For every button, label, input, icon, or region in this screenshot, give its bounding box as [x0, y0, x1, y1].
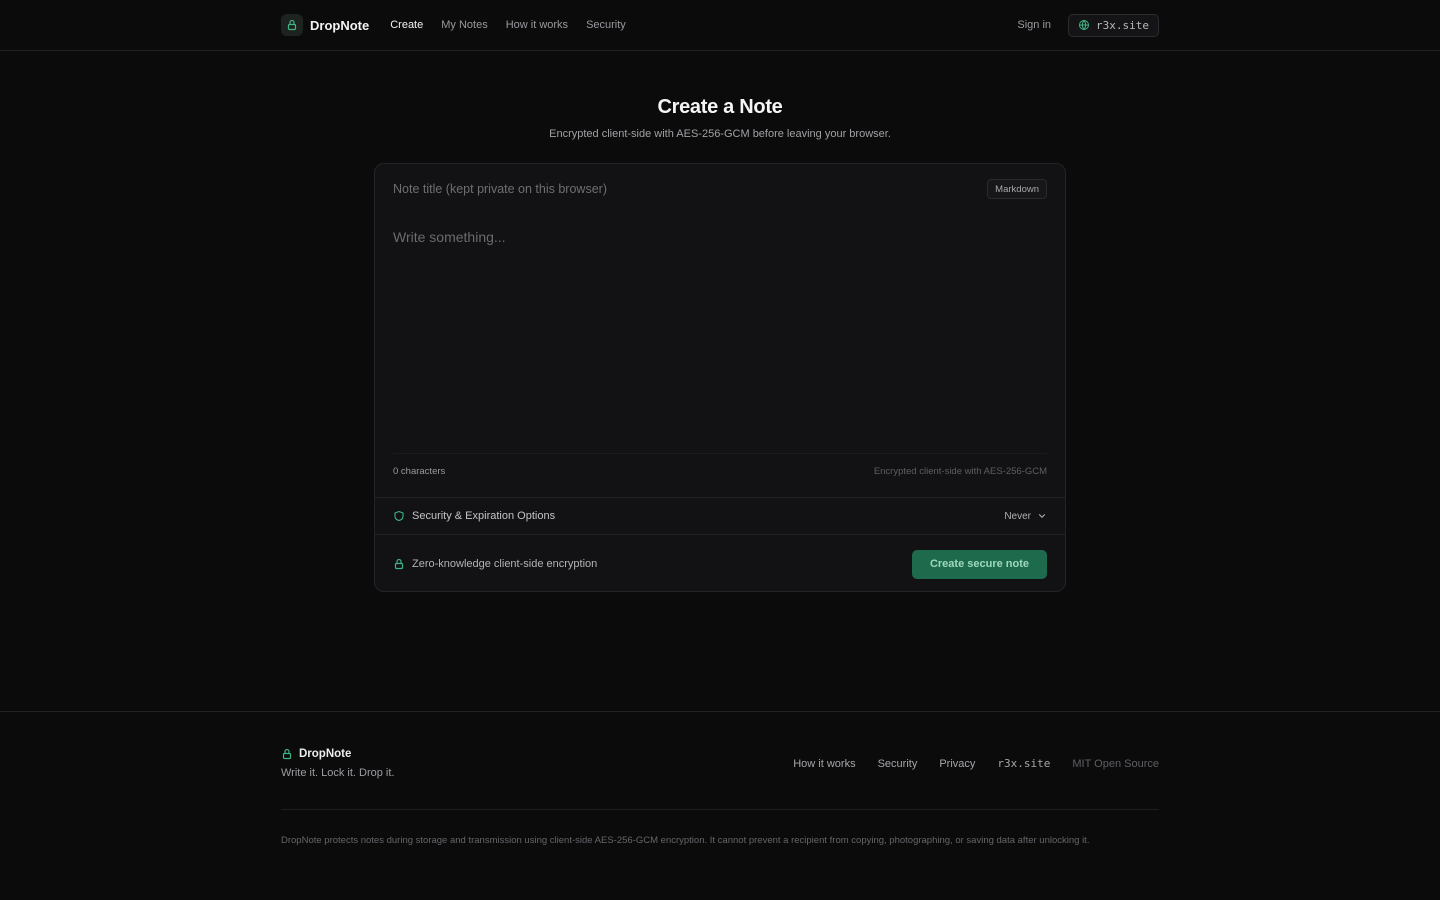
page-subtitle: Encrypted client-side with AES-256-GCM b…: [549, 128, 891, 140]
logo-lock-icon[interactable]: [281, 14, 303, 36]
globe-icon: [1079, 19, 1090, 31]
header-inner: DropNote Create My Notes How it works Se…: [281, 0, 1159, 50]
lock-icon: [394, 558, 404, 570]
footer-link-security[interactable]: Security: [878, 758, 918, 770]
footer-link-privacy[interactable]: Privacy: [939, 758, 975, 770]
note-editor-card: Markdown 0 characters Encrypted client-s…: [374, 163, 1066, 592]
footer-brand-row: DropNote: [281, 748, 351, 760]
expiration-value: Never: [1004, 510, 1031, 522]
nav-create[interactable]: Create: [390, 19, 423, 31]
footer-brand: DropNote: [299, 748, 352, 760]
expiration-select[interactable]: Never: [1004, 511, 1047, 522]
site-chip-button[interactable]: r3x.site: [1068, 13, 1159, 37]
footer-links: How it works Security Privacy r3x.site M…: [793, 757, 1159, 770]
footer-disclaimer: DropNote protects notes during storage a…: [281, 835, 1090, 846]
note-body-textarea[interactable]: [393, 220, 1047, 450]
site-chip-label: r3x.site: [1096, 18, 1149, 32]
shield-icon: [394, 510, 404, 522]
security-options-label: Security & Expiration Options: [412, 510, 556, 522]
header-right: Sign in r3x.site: [1017, 13, 1159, 37]
nav-my-notes[interactable]: My Notes: [441, 19, 487, 31]
counter-row: 0 characters Encrypted client-side with …: [393, 464, 1047, 478]
footer-link-site[interactable]: r3x.site: [997, 757, 1050, 770]
site-footer: DropNote Write it. Lock it. Drop it. How…: [0, 711, 1440, 900]
sign-in-link[interactable]: Sign in: [1017, 19, 1051, 31]
top-header: DropNote Create My Notes How it works Se…: [0, 0, 1440, 51]
footer-inner: DropNote Write it. Lock it. Drop it. How…: [281, 712, 1159, 900]
footer-link-how-it-works[interactable]: How it works: [793, 758, 855, 770]
nav-security[interactable]: Security: [586, 19, 626, 31]
lock-icon: [282, 748, 292, 760]
footer-tagline: Write it. Lock it. Drop it.: [281, 767, 395, 779]
page-title: Create a Note: [657, 96, 783, 118]
note-title-input[interactable]: [393, 182, 988, 196]
footer-link-open-source[interactable]: MIT Open Source: [1072, 758, 1159, 770]
security-options-toggle[interactable]: Security & Expiration Options Never: [375, 497, 1065, 535]
page-heading: Create a Note Encrypted client-side with…: [0, 96, 1440, 140]
editor-divider: [393, 453, 1047, 454]
create-secure-note-button[interactable]: Create secure note: [911, 549, 1047, 579]
chevron-down-icon: [1038, 514, 1046, 518]
zero-knowledge-label: Zero-knowledge client-side encryption: [412, 558, 598, 570]
footer-divider: [281, 809, 1159, 810]
brand-name[interactable]: DropNote: [310, 18, 369, 33]
nav-how-it-works[interactable]: How it works: [506, 19, 568, 31]
character-count: 0 characters: [393, 465, 446, 477]
markdown-toggle-button[interactable]: Markdown: [987, 179, 1047, 199]
action-row: Zero-knowledge client-side encryption Cr…: [375, 535, 1065, 591]
title-row: Markdown: [375, 164, 1065, 214]
encryption-note: Encrypted client-side with AES-256-GCM: [873, 465, 1047, 477]
main-nav: Create My Notes How it works Security: [390, 19, 626, 31]
